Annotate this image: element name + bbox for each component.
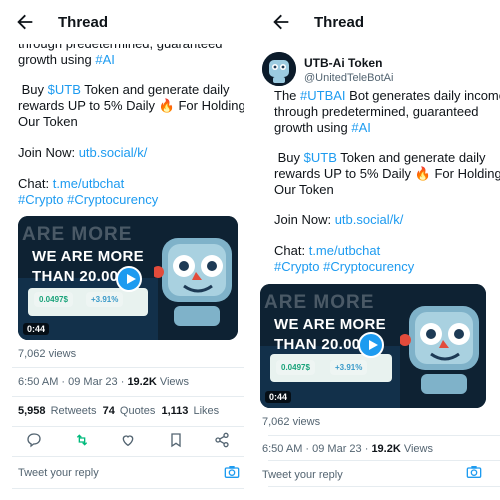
tweet-timestamp: 6:50 AM · 09 Mar 23 · 19.2K Views (18, 376, 189, 388)
like-icon[interactable] (120, 432, 136, 448)
chat-link[interactable]: t.me/utbchat (309, 243, 381, 258)
divider (12, 426, 244, 427)
back-arrow-icon[interactable] (14, 11, 36, 33)
media-title: WE ARE MORE (32, 248, 144, 265)
video-thumbnail[interactable]: ARE MORE WE ARE MORE THAN 20.00 0.0497$ … (260, 284, 486, 408)
tweet-text-line: #Crypto #Cryptocurency (274, 259, 500, 275)
tweet-text-line: Buy $UTB Token and generate daily (21, 82, 230, 97)
tweet-text-line: Chat: t.me/utbchat (18, 176, 125, 191)
tweet-text-line: rewards UP to 5% Daily 🔥 For Holding (18, 98, 244, 113)
media-title: THAN 20.00 (274, 336, 361, 353)
media-ghost-text: ARE MORE (264, 292, 375, 313)
panel-gutter (244, 0, 256, 500)
share-icon[interactable] (214, 432, 230, 448)
tweet-text-line: through predetermined, guaranteed (274, 104, 479, 119)
tweet-timestamp: 6:50 AM · 09 Mar 23 · 19.2K Views (262, 443, 433, 455)
divider (12, 488, 244, 489)
tweet-text-line: Buy $UTB Token and generate daily (277, 150, 486, 165)
robot-mascot-icon (154, 238, 232, 326)
change-card: +3.91% (330, 360, 368, 375)
cashtag-link[interactable]: $UTB (48, 82, 81, 97)
account-name[interactable]: UTB-Ai Token (304, 56, 382, 70)
reply-icon[interactable] (26, 432, 42, 448)
divider (12, 367, 244, 368)
tweet-text-line: Join Now: utb.social/k/ (18, 145, 148, 160)
play-icon[interactable] (358, 332, 384, 358)
tweet-text-line: The #UTBAI Bot generates daily income (274, 88, 500, 103)
quotes-stat[interactable]: 74 Quotes (103, 405, 156, 417)
price-card: 0.0497$ (276, 360, 315, 375)
divider (12, 456, 244, 457)
reply-composer[interactable]: Tweet your reply (0, 458, 244, 490)
divider (268, 486, 500, 487)
hashtag-link[interactable]: #Crypto (274, 259, 320, 274)
video-duration: 0:44 (23, 323, 50, 335)
play-icon[interactable] (116, 266, 142, 292)
change-card: +3.91% (86, 292, 124, 307)
hashtag-link[interactable]: #UTBAI (300, 88, 346, 103)
join-link[interactable]: utb.social/k/ (335, 212, 404, 227)
divider (12, 396, 244, 397)
back-arrow-icon[interactable] (270, 11, 292, 33)
tweet-text-line: growth using #AI (274, 120, 371, 135)
join-link[interactable]: utb.social/k/ (79, 145, 148, 160)
tweet-text-line: rewards UP to 5% Daily 🔥 For Holding (274, 166, 500, 181)
retweet-icon[interactable] (74, 432, 90, 448)
camera-icon[interactable] (466, 465, 482, 479)
avatar[interactable] (262, 52, 296, 86)
fire-emoji-icon: 🔥 (158, 98, 175, 113)
hashtag-link[interactable]: #Crypto (18, 192, 64, 207)
page-title: Thread (58, 14, 109, 31)
views-count: 7,062 views (18, 348, 77, 360)
account-handle[interactable]: @UnitedTeleBotAi (304, 72, 393, 84)
reply-input[interactable]: Tweet your reply (262, 469, 343, 481)
tweet-text-line: Our Token (274, 182, 334, 197)
hashtag-link[interactable]: #AI (351, 120, 371, 135)
hashtag-link[interactable]: #Cryptocurency (67, 192, 158, 207)
page-title: Thread (314, 14, 365, 31)
video-duration: 0:44 (265, 391, 292, 403)
tweet-text-line: #Crypto #Cryptocurency (18, 192, 244, 208)
media-title: WE ARE MORE (274, 316, 386, 333)
left-thread-panel: Thread through predetermined, guaranteed… (0, 0, 244, 500)
views-count: 7,062 views (262, 416, 321, 428)
thread-header: Thread (256, 0, 500, 44)
action-bar (0, 432, 244, 454)
hashtag-link[interactable]: #Cryptocurency (323, 259, 414, 274)
reply-composer[interactable]: Tweet your reply (256, 460, 500, 492)
fire-emoji-icon: 🔥 (414, 166, 431, 181)
likes-stat[interactable]: 1,113 Likes (161, 405, 219, 417)
right-thread-panel: Thread UTB-Ai Token @UnitedTeleBotAi The… (256, 0, 500, 500)
tweet-text-line: Our Token (18, 114, 78, 129)
chat-link[interactable]: t.me/utbchat (53, 176, 125, 191)
engagement-stats: 5,958 Retweets 74 Quotes 1,113 Likes (18, 405, 219, 417)
video-thumbnail[interactable]: ARE MORE WE ARE MORE THAN 20.00 0.0497$ … (18, 216, 238, 340)
media-title: THAN 20.00 (32, 268, 119, 285)
price-card: 0.0497$ (34, 292, 73, 307)
divider (268, 435, 500, 436)
robot-mascot-icon (400, 306, 479, 394)
thread-header: Thread (0, 0, 244, 44)
hashtag-link[interactable]: #AI (95, 52, 115, 67)
camera-icon[interactable] (224, 465, 240, 479)
robot-avatar-icon (262, 52, 296, 86)
reply-input[interactable]: Tweet your reply (18, 467, 99, 479)
cashtag-link[interactable]: $UTB (304, 150, 337, 165)
tweet-text-line: growth using #AI (18, 52, 115, 67)
media-ghost-text: ARE MORE (22, 224, 133, 245)
tweet-text-line: Chat: t.me/utbchat (274, 243, 381, 258)
retweets-stat[interactable]: 5,958 Retweets (18, 405, 96, 417)
tweet-text-line: Join Now: utb.social/k/ (274, 212, 404, 227)
bookmark-icon[interactable] (168, 432, 184, 448)
